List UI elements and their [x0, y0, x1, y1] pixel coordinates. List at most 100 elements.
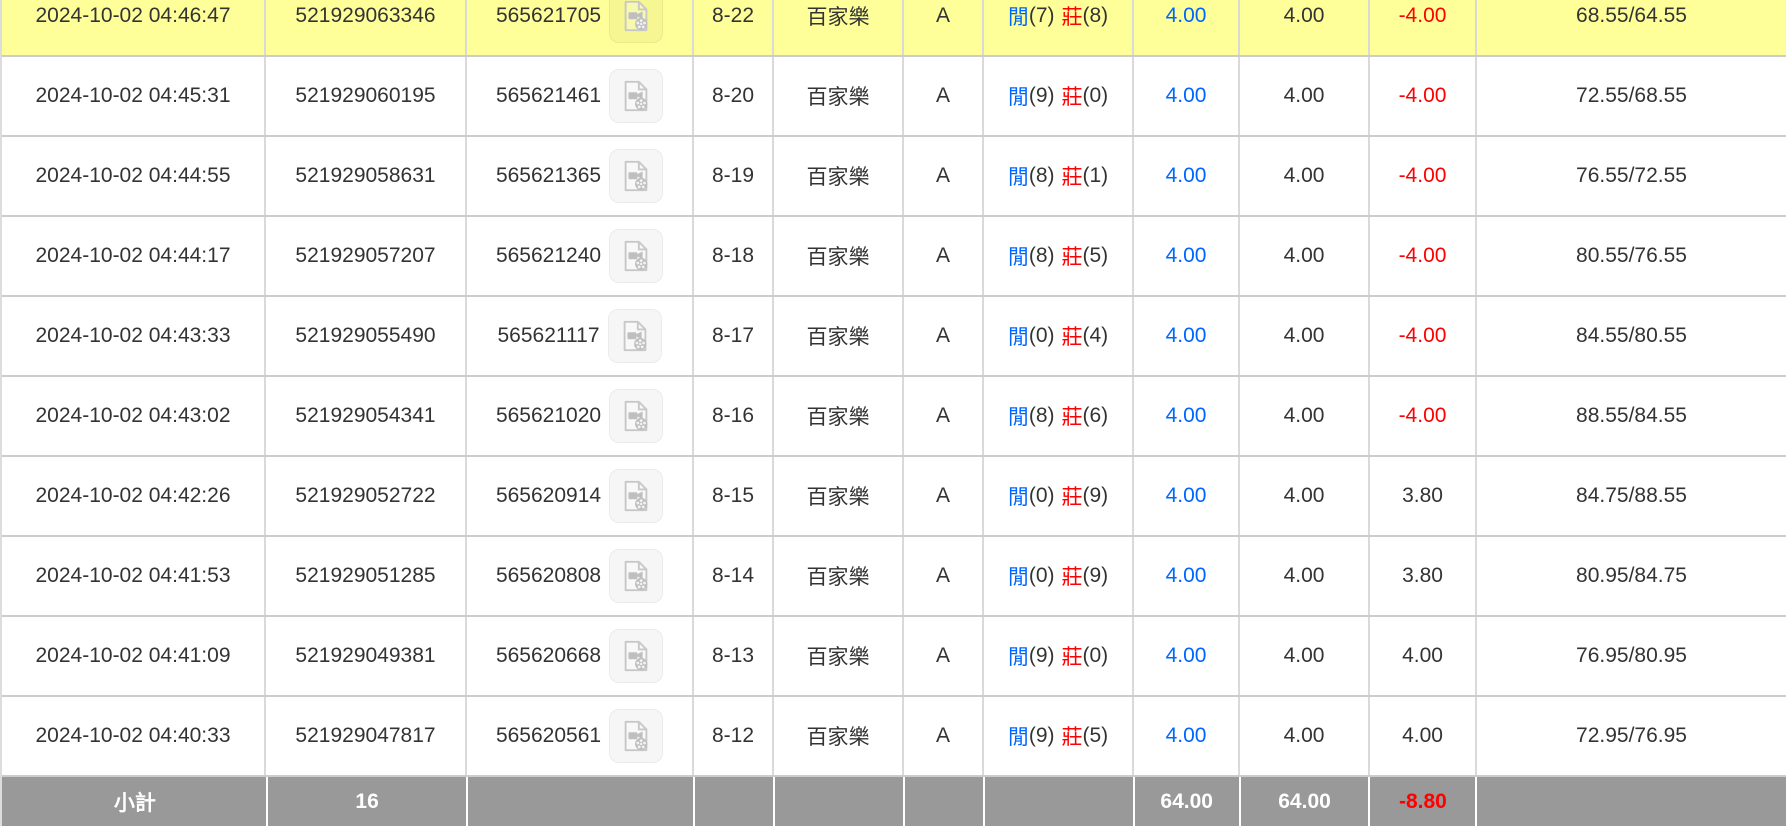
bet-row[interactable]: 2024-10-02 04:41:09 521929049381 5656206…	[2, 617, 1786, 697]
win-loss: -4.00	[1370, 297, 1477, 375]
balance: 76.55/72.55	[1477, 137, 1786, 215]
banker-label: 莊	[1062, 561, 1083, 591]
balance: 72.55/68.55	[1477, 57, 1786, 135]
balance: 84.55/80.55	[1477, 297, 1786, 375]
bet-row[interactable]: 2024-10-02 04:44:55 521929058631 5656213…	[2, 137, 1786, 217]
win-loss: 3.80	[1370, 457, 1477, 535]
video-replay-button[interactable]	[609, 229, 663, 283]
video-replay-icon	[619, 479, 653, 513]
subtotal-empty-cell	[468, 777, 695, 826]
banker-score: (9)	[1083, 564, 1109, 588]
bet-time: 2024-10-02 04:46:47	[2, 0, 266, 55]
banker-score: (0)	[1083, 84, 1109, 108]
bet-row[interactable]: 2024-10-02 04:45:31 521929060195 5656214…	[2, 57, 1786, 137]
round-number: 8-15	[694, 457, 774, 535]
video-replay-button[interactable]	[609, 69, 663, 123]
table-letter: A	[904, 137, 984, 215]
round-number: 8-17	[694, 297, 774, 375]
bet-amount: 4.00	[1134, 57, 1240, 135]
player-score: (8)	[1029, 244, 1055, 268]
game-result: 閒(8)莊(6)	[984, 377, 1134, 455]
round-number: 8-20	[694, 57, 774, 135]
player-label: 閒	[1008, 561, 1029, 591]
valid-amount: 4.00	[1240, 137, 1370, 215]
win-loss: -4.00	[1370, 57, 1477, 135]
subtotal-row: 小計 16 64.00 64.00 -8.80	[2, 777, 1786, 826]
player-score: (0)	[1029, 564, 1055, 588]
bet-row[interactable]: 2024-10-02 04:44:17 521929057207 5656212…	[2, 217, 1786, 297]
player-label: 閒	[1008, 401, 1029, 431]
game-id-cell: 565621020	[467, 377, 694, 455]
video-replay-button[interactable]	[609, 0, 663, 43]
video-replay-button[interactable]	[609, 149, 663, 203]
video-replay-button[interactable]	[609, 389, 663, 443]
win-loss: -4.00	[1370, 0, 1477, 55]
banker-score: (4)	[1083, 324, 1109, 348]
game-id-cell: 565620561	[467, 697, 694, 775]
bet-time: 2024-10-02 04:41:53	[2, 537, 266, 615]
subtotal-count: 16	[268, 777, 469, 826]
player-label: 閒	[1008, 481, 1029, 511]
bet-id: 521929060195	[266, 57, 467, 135]
round-number: 8-22	[694, 0, 774, 55]
round-number: 8-13	[694, 617, 774, 695]
game-result: 閒(9)莊(5)	[984, 697, 1134, 775]
game-type: 百家樂	[774, 697, 904, 775]
video-replay-icon	[619, 239, 653, 273]
bet-time: 2024-10-02 04:43:33	[2, 297, 266, 375]
player-score: (7)	[1029, 4, 1055, 28]
game-id: 565621240	[496, 244, 601, 268]
player-label: 閒	[1008, 1, 1029, 31]
bet-amount: 4.00	[1134, 617, 1240, 695]
player-score: (8)	[1029, 164, 1055, 188]
table-letter: A	[904, 697, 984, 775]
bet-row[interactable]: 2024-10-02 04:42:26 521929052722 5656209…	[2, 457, 1786, 537]
player-label: 閒	[1008, 641, 1029, 671]
bet-id: 521929052722	[266, 457, 467, 535]
win-loss: -4.00	[1370, 137, 1477, 215]
subtotal-bet-total: 64.00	[1135, 777, 1241, 826]
video-replay-button[interactable]	[609, 469, 663, 523]
game-id: 565621705	[496, 4, 601, 28]
balance: 80.95/84.75	[1477, 537, 1786, 615]
game-type: 百家樂	[774, 57, 904, 135]
bet-row[interactable]: 2024-10-02 04:43:02 521929054341 5656210…	[2, 377, 1786, 457]
game-id: 565621365	[496, 164, 601, 188]
bet-time: 2024-10-02 04:41:09	[2, 617, 266, 695]
bet-row[interactable]: 2024-10-02 04:43:33 521929055490 5656211…	[2, 297, 1786, 377]
subtotal-empty-cell	[985, 777, 1135, 826]
game-result: 閒(9)莊(0)	[984, 617, 1134, 695]
game-id: 565621020	[496, 404, 601, 428]
banker-score: (9)	[1083, 484, 1109, 508]
bet-amount: 4.00	[1134, 697, 1240, 775]
subtotal-label: 小計	[4, 777, 268, 826]
bet-time: 2024-10-02 04:40:33	[2, 697, 266, 775]
banker-score: (1)	[1083, 164, 1109, 188]
video-replay-button[interactable]	[609, 549, 663, 603]
bet-amount: 4.00	[1134, 457, 1240, 535]
video-replay-button[interactable]	[608, 309, 662, 363]
valid-amount: 4.00	[1240, 57, 1370, 135]
video-replay-button[interactable]	[609, 629, 663, 683]
video-replay-icon	[619, 0, 653, 33]
banker-score: (0)	[1083, 644, 1109, 668]
bet-row[interactable]: 2024-10-02 04:41:53 521929051285 5656208…	[2, 537, 1786, 617]
banker-label: 莊	[1062, 241, 1083, 271]
balance: 72.95/76.95	[1477, 697, 1786, 775]
valid-amount: 4.00	[1240, 217, 1370, 295]
bet-id: 521929051285	[266, 537, 467, 615]
game-id-cell: 565621240	[467, 217, 694, 295]
table-letter: A	[904, 217, 984, 295]
subtotal-empty-cell	[695, 777, 775, 826]
game-result: 閒(8)莊(5)	[984, 217, 1134, 295]
balance: 84.75/88.55	[1477, 457, 1786, 535]
player-label: 閒	[1008, 241, 1029, 271]
game-id: 565620561	[496, 724, 601, 748]
bet-row[interactable]: 2024-10-02 04:46:47 521929063346 5656217…	[2, 0, 1786, 57]
bet-amount: 4.00	[1134, 377, 1240, 455]
game-type: 百家樂	[774, 457, 904, 535]
round-number: 8-19	[694, 137, 774, 215]
video-replay-button[interactable]	[609, 709, 663, 763]
bet-row[interactable]: 2024-10-02 04:40:33 521929047817 5656205…	[2, 697, 1786, 777]
video-replay-icon	[618, 319, 652, 353]
